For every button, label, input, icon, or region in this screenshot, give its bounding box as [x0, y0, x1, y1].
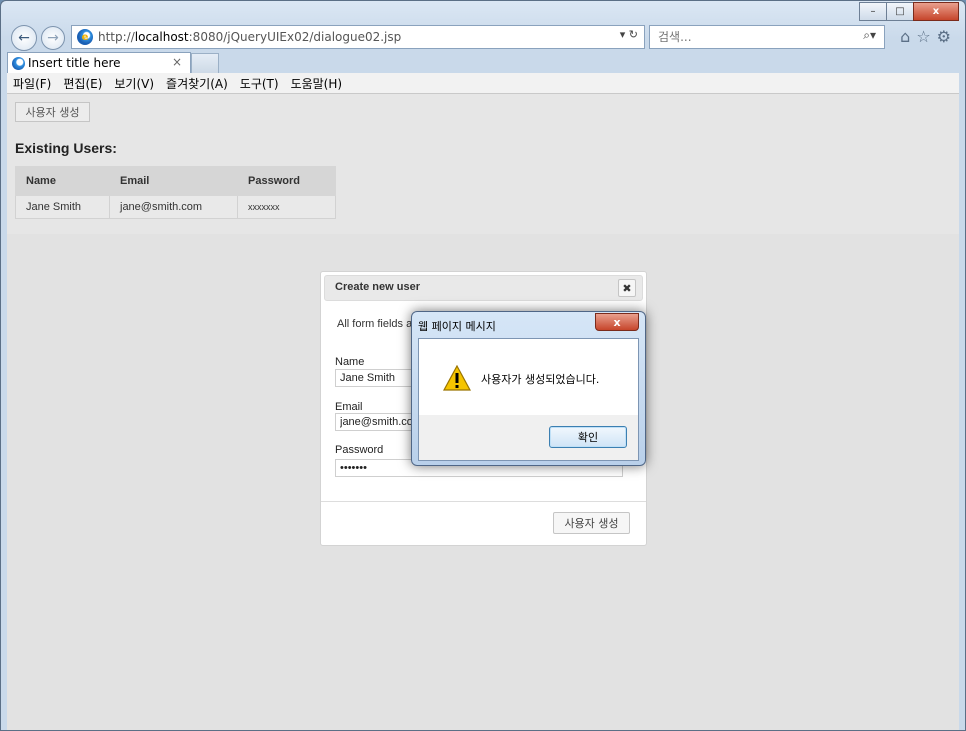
message-box-body: 사용자가 생성되었습니다. 확인: [418, 338, 639, 461]
cell-password: xxxxxxx: [237, 195, 336, 219]
url-text: http://localhost:8080/jQueryUIEx02/dialo…: [98, 30, 402, 44]
window-caption-buttons: – □ x: [859, 2, 959, 21]
ok-button[interactable]: 확인: [549, 426, 627, 448]
table-row: Jane Smith jane@smith.com xxxxxxx: [15, 195, 336, 219]
password-label: Password: [335, 444, 384, 456]
home-icon[interactable]: ⌂: [900, 27, 910, 46]
back-arrow-icon: ←: [18, 30, 30, 46]
minimize-button[interactable]: –: [859, 2, 887, 21]
warning-icon: [443, 365, 471, 391]
maximize-button[interactable]: □: [886, 2, 914, 21]
search-icon[interactable]: ⌕▾: [863, 28, 876, 43]
tab-title: Insert title here: [28, 56, 121, 70]
menu-bar: 파일(F) 편집(E) 보기(V) 즐겨찾기(A) 도구(T) 도움말(H): [7, 73, 959, 94]
dialog-titlebar[interactable]: Create new user ✖: [324, 275, 643, 301]
tab-insert-title[interactable]: Insert title here ×: [7, 52, 191, 73]
cell-email: jane@smith.com: [109, 195, 238, 219]
window-close-button[interactable]: x: [913, 2, 959, 21]
page-content: 사용자 생성 Existing Users: Name Email Passwo…: [7, 94, 959, 730]
address-row: ← → e http://localhost:8080/jQueryUIEx02…: [7, 23, 959, 51]
ie-logo-icon: e: [77, 29, 93, 45]
users-table: Name Email Password Jane Smith jane@smit…: [15, 166, 336, 219]
message-area: 사용자가 생성되었습니다.: [419, 339, 638, 415]
dialog-close-button[interactable]: ✖: [618, 279, 636, 297]
refresh-dropdown-icon[interactable]: ▾ ↻: [620, 28, 638, 41]
email-label: Email: [335, 401, 363, 413]
menu-item-favorites[interactable]: 즐겨찾기(A): [160, 75, 234, 92]
tab-close-icon[interactable]: ×: [172, 55, 182, 69]
menu-item-view[interactable]: 보기(V): [108, 75, 160, 92]
column-header-password: Password: [237, 166, 336, 196]
message-box-title: 웹 페이지 메시지: [418, 320, 496, 333]
forward-button[interactable]: →: [41, 26, 65, 50]
column-header-email: Email: [109, 166, 238, 196]
menu-item-edit[interactable]: 편집(E): [57, 75, 108, 92]
tab-favicon-icon: [12, 56, 25, 70]
column-header-name: Name: [15, 166, 110, 196]
message-box-close-button[interactable]: x: [595, 313, 639, 331]
message-box-footer: 확인: [419, 415, 638, 460]
tab-row: Insert title here ×: [7, 52, 959, 73]
cell-name: Jane Smith: [15, 195, 110, 219]
name-label: Name: [335, 356, 365, 368]
star-icon[interactable]: ☆: [916, 27, 930, 46]
webpage-message-box: 웹 페이지 메시지 x 사용자가 생성되었습니다. 확인: [411, 311, 646, 466]
new-tab-button[interactable]: [191, 53, 219, 73]
gear-icon[interactable]: ⚙: [937, 27, 951, 46]
search-input[interactable]: [656, 27, 850, 47]
browser-window: – □ x ← → e http://localhost:8080/jQuery…: [0, 0, 966, 731]
menu-item-help[interactable]: 도움말(H): [285, 75, 349, 92]
existing-users-heading: Existing Users:: [15, 140, 117, 156]
search-box[interactable]: ⌕▾: [649, 25, 885, 49]
browser-toolbar-icons: ⌂ ☆ ⚙: [900, 27, 951, 46]
table-header-row: Name Email Password: [15, 166, 336, 196]
forward-arrow-icon: →: [47, 30, 59, 46]
dialog-title: Create new user: [335, 281, 420, 293]
create-user-button[interactable]: 사용자 생성: [15, 102, 90, 122]
dialog-divider: [321, 501, 646, 502]
message-text: 사용자가 생성되었습니다.: [481, 373, 600, 386]
back-button[interactable]: ←: [11, 25, 37, 51]
menu-item-file[interactable]: 파일(F): [7, 75, 57, 92]
dialog-create-user-button[interactable]: 사용자 생성: [553, 512, 630, 534]
close-icon: ✖: [622, 281, 632, 295]
menu-item-tools[interactable]: 도구(T): [234, 75, 285, 92]
address-bar[interactable]: e http://localhost:8080/jQueryUIEx02/dia…: [71, 25, 645, 49]
